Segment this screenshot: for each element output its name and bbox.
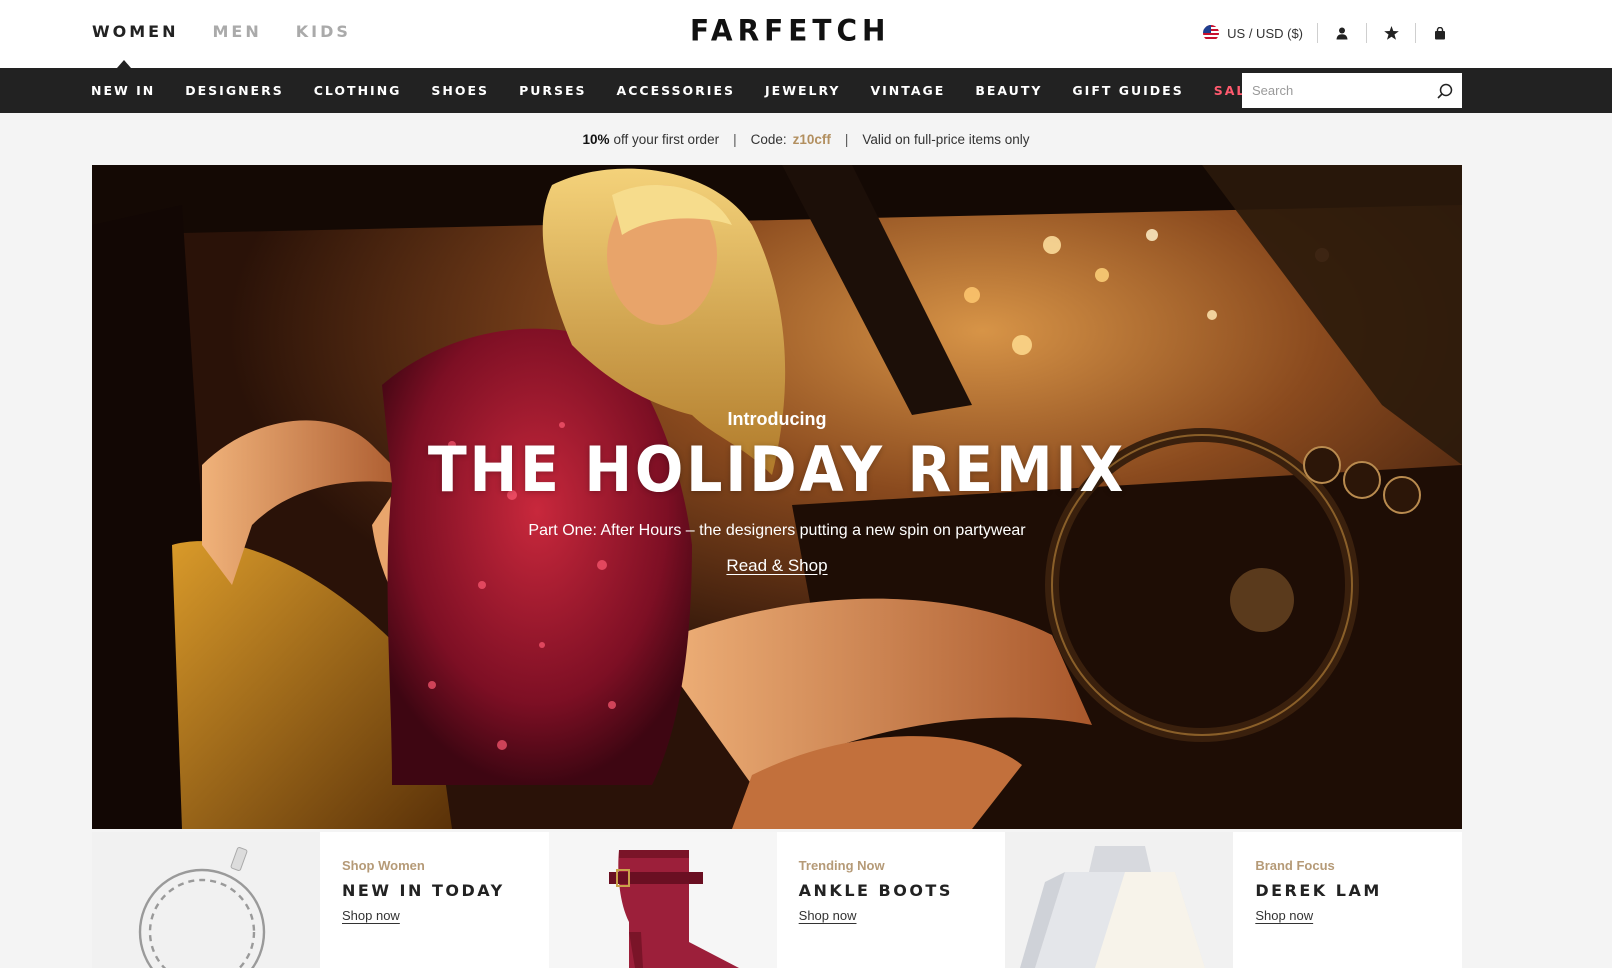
read-and-shop-link[interactable]: Read & Shop [726,556,827,576]
ankle-boot-image [548,832,777,968]
nav-designers[interactable]: DESIGNERS [185,83,283,98]
tab-men[interactable]: MEN [213,22,262,41]
hero-banner[interactable]: Introducing THE HOLIDAY REMIX Part One: … [92,165,1462,829]
turtleneck-sweater-icon [1020,846,1206,968]
top-header: WOMEN MEN KIDS FARFETCH US / USD ($) [0,0,1612,68]
gender-nav: WOMEN MEN KIDS [92,22,351,41]
nav-shoes[interactable]: SHOES [431,83,489,98]
shop-now-link[interactable]: Shop now [799,908,857,923]
promo-banner: 10% off your first order | Code: z10cff … [0,113,1612,165]
tab-kids[interactable]: KIDS [296,22,351,41]
divider: | [733,131,737,147]
chain-bracelet-icon [138,847,266,968]
hero-copy: Introducing THE HOLIDAY REMIX Part One: … [92,409,1462,576]
farfetch-logo[interactable]: FARFETCH [690,13,890,48]
account-icon [1336,27,1348,39]
utility-bar: US / USD ($) [1203,20,1464,46]
tile-ankle-boots[interactable]: Trending Now ANKLE BOOTS Shop now [548,832,1006,968]
tile-title: ANKLE BOOTS [798,881,953,900]
search-button[interactable] [1428,73,1462,108]
bag-button[interactable] [1416,20,1464,46]
tile-kicker: Shop Women [342,858,425,873]
nav-vintage[interactable]: VINTAGE [870,83,945,98]
promo-discount: 10% [582,131,610,147]
tile-info: Shop Women NEW IN TODAY Shop now [320,832,505,968]
search-input[interactable] [1242,73,1428,108]
shop-now-link[interactable]: Shop now [1255,908,1313,923]
us-flag-icon [1203,25,1220,41]
nav-beauty[interactable]: BEAUTY [975,83,1042,98]
tile-kicker: Brand Focus [1255,858,1335,873]
ankle-boot-icon [608,850,739,968]
tile-info: Brand Focus DEREK LAM Shop now [1233,832,1381,968]
wishlist-star-icon [1383,26,1399,40]
promo-tiles: Shop Women NEW IN TODAY Shop now Trendin… [92,832,1462,968]
hero-kicker: Introducing [727,409,827,429]
nav-new-in[interactable]: NEW IN [91,83,155,98]
search-box [1242,73,1462,108]
nav-purses[interactable]: PURSES [519,83,586,98]
tile-title: NEW IN TODAY [342,881,505,900]
tile-derek-lam[interactable]: Brand Focus DEREK LAM Shop now [1005,832,1462,968]
wishlist-button[interactable] [1367,20,1415,46]
locale-selector[interactable]: US / USD ($) [1203,25,1317,41]
nav-jewelry[interactable]: JEWELRY [765,83,840,98]
shopping-bag-icon [1435,26,1445,39]
tile-new-in-today[interactable]: Shop Women NEW IN TODAY Shop now [92,832,549,968]
bracelet-image [92,832,320,968]
promo-code: z10cff [792,131,831,147]
nav-gift-guides[interactable]: GIFT GUIDES [1072,83,1183,98]
active-tab-caret [117,60,131,68]
promo-note: Valid on full-price items only [862,131,1030,147]
promo-text: off your first order [613,131,720,147]
account-button[interactable] [1318,20,1366,46]
hero-subtitle: Part One: After Hours – the designers pu… [528,522,1026,539]
locale-label: US / USD ($) [1227,25,1303,41]
tile-info: Trending Now ANKLE BOOTS Shop now [777,832,953,968]
nav-clothing[interactable]: CLOTHING [314,83,402,98]
sweater-image [1005,832,1234,968]
hero-title: THE HOLIDAY REMIX [427,433,1127,506]
tab-women[interactable]: WOMEN [92,22,179,41]
shop-now-link[interactable]: Shop now [342,908,400,923]
tile-title: DEREK LAM [1255,881,1382,900]
promo-code-label: Code: [750,131,787,147]
category-list: NEW IN DESIGNERS CLOTHING SHOES PURSES A… [91,68,1257,113]
divider: | [844,131,849,147]
search-icon [1437,83,1453,99]
tile-kicker: Trending Now [798,858,885,873]
nav-accessories[interactable]: ACCESSORIES [617,83,735,98]
